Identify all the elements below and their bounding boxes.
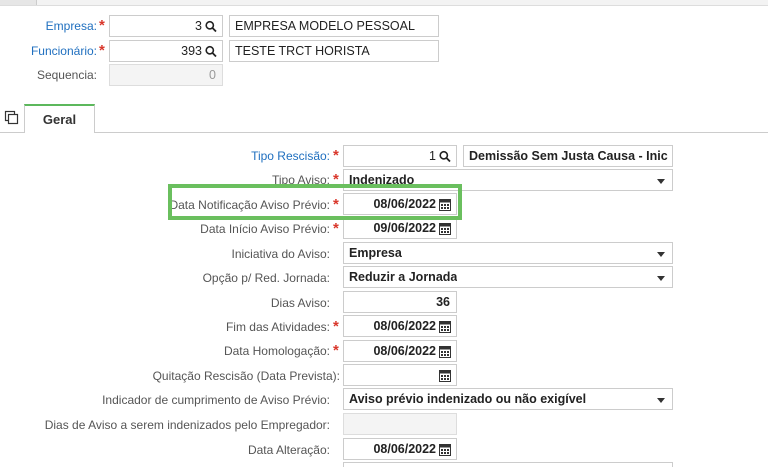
required-marker: * (333, 147, 339, 164)
funcionario-code: 393 (181, 44, 202, 58)
next-field-partial[interactable] (343, 462, 673, 467)
empresa-name-field: EMPRESA MODELO PESSOAL (229, 15, 439, 37)
opcao-red-jornada-value: Reduzir a Jornada (349, 270, 458, 284)
data-homologacao-value: 08/06/2022 (373, 344, 436, 358)
required-marker: * (333, 220, 339, 237)
data-homologacao-label: Data Homologação: (223, 344, 330, 358)
funcionario-name-field: TESTE TRCT HORISTA (229, 40, 439, 62)
dias-aviso-input[interactable]: 36 (343, 291, 457, 313)
tipo-rescisao-code: 1 (429, 149, 436, 163)
iniciativa-aviso-label: Iniciativa do Aviso: (231, 247, 330, 261)
data-inicio-aviso-value: 09/06/2022 (373, 221, 436, 235)
chevron-down-icon (657, 276, 665, 281)
required-marker: * (99, 17, 105, 34)
sequencia-value: 0 (209, 68, 216, 82)
fim-atividades-label: Fim das Atividades: (225, 320, 330, 334)
search-icon[interactable] (205, 45, 217, 58)
required-marker: * (333, 342, 339, 359)
data-inicio-aviso-input[interactable]: 09/06/2022 (343, 217, 457, 239)
dias-indenizados-label: Dias de Aviso a serem indenizados pelo E… (44, 418, 330, 432)
tab-geral[interactable]: Geral (24, 104, 95, 133)
required-marker: * (333, 318, 339, 335)
funcionario-label[interactable]: Funcionário: (0, 44, 97, 58)
required-marker: * (99, 42, 105, 59)
data-alteracao-value: 08/06/2022 (373, 442, 436, 456)
toolbar-button[interactable] (0, 0, 37, 5)
data-inicio-aviso-label: Data Início Aviso Prévio: (200, 222, 330, 236)
empresa-code-input[interactable]: 3 (109, 15, 223, 37)
iniciativa-aviso-select[interactable]: Empresa (343, 242, 673, 264)
tipo-rescisao-code-input[interactable]: 1 (343, 145, 457, 167)
search-icon[interactable] (205, 20, 217, 33)
calendar-icon[interactable] (439, 369, 451, 382)
quitacao-rescisao-label: Quitação Rescisão (Data Prevista): (152, 369, 340, 383)
data-homologacao-input[interactable]: 08/06/2022 (343, 340, 457, 362)
highlight-box (168, 184, 462, 220)
calendar-icon[interactable] (439, 443, 451, 456)
tab-label: Geral (42, 112, 77, 127)
fim-atividades-input[interactable]: 08/06/2022 (343, 315, 457, 337)
opcao-red-jornada-label: Opção p/ Red. Jornada: (202, 271, 330, 285)
sequencia-field: 0 (109, 64, 223, 86)
data-alteracao-input[interactable]: 08/06/2022 (343, 438, 457, 460)
calendar-icon[interactable] (439, 345, 451, 358)
copy-icon[interactable] (4, 110, 20, 126)
dias-aviso-label: Dias Aviso: (270, 296, 330, 310)
top-toolbar (0, 0, 768, 6)
empresa-name: EMPRESA MODELO PESSOAL (235, 19, 415, 33)
sequencia-label: Sequencia: (36, 68, 97, 82)
indicador-cumprimento-select[interactable]: Aviso prévio indenizado ou não exigível (343, 388, 673, 410)
search-icon[interactable] (439, 150, 451, 163)
quitacao-rescisao-input[interactable] (343, 364, 457, 386)
indicador-cumprimento-label: Indicador de cumprimento de Aviso Prévio… (102, 393, 330, 407)
tipo-rescisao-description-field: Demissão Sem Justa Causa - Inic (463, 145, 673, 167)
chevron-down-icon (657, 252, 665, 257)
opcao-red-jornada-select[interactable]: Reduzir a Jornada (343, 266, 673, 288)
tab-bar-line (0, 132, 768, 133)
iniciativa-aviso-value: Empresa (349, 246, 402, 260)
tipo-rescisao-label[interactable]: Tipo Rescisão: (251, 149, 330, 163)
tipo-rescisao-description: Demissão Sem Justa Causa - Inic (469, 149, 668, 163)
fim-atividades-value: 08/06/2022 (373, 319, 436, 333)
indicador-cumprimento-value: Aviso prévio indenizado ou não exigível (349, 392, 587, 406)
dias-indenizados-field (343, 413, 457, 435)
empresa-code: 3 (195, 19, 202, 33)
data-alteracao-label: Data Alteração: (247, 443, 330, 457)
calendar-icon[interactable] (439, 222, 451, 235)
calendar-icon[interactable] (439, 320, 451, 333)
empresa-label[interactable]: Empresa: (0, 19, 97, 33)
dias-aviso-value: 36 (436, 295, 450, 309)
chevron-down-icon (657, 398, 665, 403)
chevron-down-icon (657, 179, 665, 184)
funcionario-name: TESTE TRCT HORISTA (235, 44, 370, 58)
funcionario-code-input[interactable]: 393 (109, 40, 223, 62)
